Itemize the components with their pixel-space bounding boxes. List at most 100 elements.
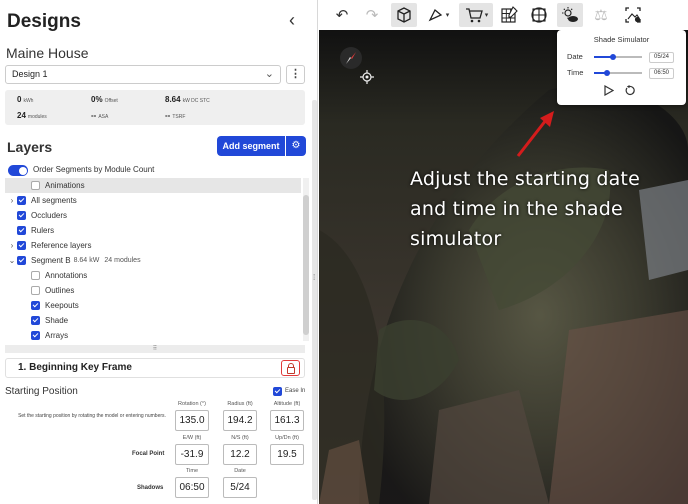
compass-icon[interactable] bbox=[340, 47, 362, 69]
layer-row[interactable]: › All segments bbox=[5, 193, 301, 208]
3d-viewport[interactable]: Adjust the starting date and time in the… bbox=[319, 30, 688, 504]
panel-scrollbar[interactable] bbox=[312, 100, 317, 500]
layer-row[interactable]: Annotations bbox=[5, 268, 301, 283]
edit-grid-icon bbox=[501, 6, 518, 23]
ew-header: E/W (ft) bbox=[182, 435, 202, 441]
layer-label: Annotations bbox=[45, 271, 88, 280]
ns-input[interactable]: 12.2 bbox=[223, 444, 257, 465]
stat-tsrf: -- TSRF bbox=[165, 111, 186, 120]
play-icon[interactable] bbox=[603, 85, 614, 96]
layer-checkbox[interactable] bbox=[17, 256, 26, 265]
altitude-input[interactable]: 161.3 bbox=[270, 410, 304, 431]
roof-tool-button[interactable]: ▾ bbox=[459, 3, 493, 27]
instruction-overlay: Adjust the starting date and time in the… bbox=[410, 168, 640, 250]
expand-chevron-icon[interactable]: › bbox=[7, 241, 17, 250]
layer-checkbox[interactable] bbox=[31, 316, 40, 325]
key-frame-title: 1. Beginning Key Frame bbox=[18, 362, 132, 373]
rotation-input[interactable]: 135.0 bbox=[175, 410, 209, 431]
undo-icon: ↶ bbox=[335, 7, 349, 24]
drag-dots-icon: ⠿ bbox=[152, 346, 158, 352]
layer-label: All segments bbox=[31, 196, 77, 205]
snapshot-button[interactable] bbox=[621, 3, 645, 27]
layers-tree: Animations › All segments Occluders Rulers › R… bbox=[5, 178, 311, 341]
layer-checkbox[interactable] bbox=[31, 331, 40, 340]
ew-input[interactable]: -31.9 bbox=[175, 444, 209, 465]
edit-grid-button[interactable] bbox=[497, 3, 521, 27]
date-slider[interactable] bbox=[594, 54, 642, 60]
altitude-header: Altitude (ft) bbox=[273, 401, 301, 407]
focal-point-label: Focal Point bbox=[132, 451, 165, 457]
callout-arrow bbox=[516, 111, 554, 157]
redo-button[interactable]: ↷ bbox=[361, 3, 383, 27]
segment-meta-meta-mod-unit: modules bbox=[114, 257, 141, 264]
layer-row[interactable]: Animations bbox=[5, 178, 301, 193]
design-menu-button[interactable]: ⋮ bbox=[286, 65, 305, 84]
layer-label: Arrays bbox=[45, 331, 69, 340]
shadow-time-input[interactable]: 06:50 bbox=[175, 477, 209, 498]
layers-title: Layers bbox=[7, 139, 53, 155]
shadow-date-input[interactable]: 5/24 bbox=[223, 477, 257, 498]
layer-row[interactable]: Shade bbox=[5, 313, 301, 328]
layer-row[interactable]: Occluders bbox=[5, 208, 301, 223]
design-select[interactable]: Design 1 ⌄ bbox=[5, 65, 281, 84]
layer-row[interactable]: ⌄ Segment B 8.64 kW 24 modules bbox=[5, 253, 301, 268]
panel-resize-grip[interactable]: ⁞ bbox=[313, 273, 315, 282]
layer-checkbox[interactable] bbox=[17, 196, 26, 205]
layer-checkbox[interactable] bbox=[31, 286, 40, 295]
ease-in-checkbox[interactable] bbox=[273, 387, 282, 396]
collapse-panel-button[interactable]: ‹ bbox=[289, 10, 295, 31]
shade-simulator-button[interactable] bbox=[557, 3, 583, 27]
radius-input[interactable]: 194.2 bbox=[223, 410, 257, 431]
compare-button[interactable]: ⚖ bbox=[589, 3, 613, 27]
view-3d-button[interactable] bbox=[391, 3, 417, 27]
layer-checkbox[interactable] bbox=[31, 271, 40, 280]
gear-icon: ⚙ bbox=[291, 140, 301, 151]
time-slider-thumb[interactable] bbox=[604, 70, 611, 76]
add-segment-button[interactable]: Add segment bbox=[217, 136, 285, 156]
layer-label: Shade bbox=[45, 316, 69, 325]
expand-chevron-icon[interactable]: › bbox=[7, 196, 17, 205]
updn-input[interactable]: 19.5 bbox=[270, 444, 304, 465]
shade-simulator-title: Shade Simulator bbox=[593, 35, 650, 44]
recenter-icon[interactable] bbox=[360, 70, 374, 84]
order-segments-label: Order Segments by Module Count bbox=[33, 165, 155, 174]
layer-row[interactable]: › Reference layers bbox=[5, 238, 301, 253]
beginning-key-frame[interactable]: 1. Beginning Key Frame bbox=[5, 358, 305, 378]
date-slider-thumb[interactable] bbox=[610, 54, 617, 60]
sun-shade-icon bbox=[562, 7, 578, 22]
undo-button[interactable]: ↶ bbox=[331, 3, 353, 27]
time-slider[interactable] bbox=[594, 70, 642, 76]
layer-checkbox[interactable] bbox=[17, 211, 26, 220]
expand-chevron-icon[interactable]: ⌄ bbox=[7, 256, 17, 265]
layer-label: Occluders bbox=[31, 211, 68, 220]
layers-scrollbar-thumb[interactable] bbox=[303, 195, 309, 335]
time-value[interactable]: 06:50 bbox=[649, 68, 674, 79]
layer-row[interactable]: Arrays bbox=[5, 328, 301, 341]
image-capture-icon bbox=[625, 7, 641, 23]
layer-checkbox[interactable] bbox=[17, 226, 26, 235]
add-segment-settings-button[interactable]: ⚙ bbox=[286, 136, 306, 156]
chevron-down-icon: ⌄ bbox=[264, 68, 274, 80]
order-segments-toggle[interactable] bbox=[8, 165, 28, 176]
resize-handle[interactable]: ⠿ bbox=[5, 345, 305, 353]
date-label: Date bbox=[567, 52, 583, 61]
stat-power: 8.64 kW DC STC bbox=[165, 95, 210, 104]
toolbar: ↶ ↷ ▾ ▾ ⚖ bbox=[319, 0, 688, 30]
module-layout-button[interactable] bbox=[527, 3, 551, 27]
updn-header: Up/Dn (ft) bbox=[275, 435, 299, 441]
time-label: Time bbox=[567, 68, 584, 77]
date-value[interactable]: 05/24 bbox=[649, 52, 674, 63]
layer-checkbox[interactable] bbox=[31, 301, 40, 310]
more-vertical-icon: ⋮ bbox=[290, 68, 301, 80]
layer-row[interactable]: Outlines bbox=[5, 283, 301, 298]
layer-row[interactable]: Keepouts bbox=[5, 298, 301, 313]
layer-checkbox[interactable] bbox=[31, 181, 40, 190]
reset-icon[interactable] bbox=[624, 85, 635, 96]
layer-checkbox[interactable] bbox=[17, 241, 26, 250]
redo-icon: ↷ bbox=[365, 7, 379, 24]
cart-icon bbox=[465, 8, 483, 23]
shape-tool-button[interactable]: ▾ bbox=[423, 3, 453, 27]
design-select-value: Design 1 bbox=[12, 69, 48, 79]
lock-icon[interactable] bbox=[281, 360, 300, 376]
layer-row[interactable]: Rulers bbox=[5, 223, 301, 238]
